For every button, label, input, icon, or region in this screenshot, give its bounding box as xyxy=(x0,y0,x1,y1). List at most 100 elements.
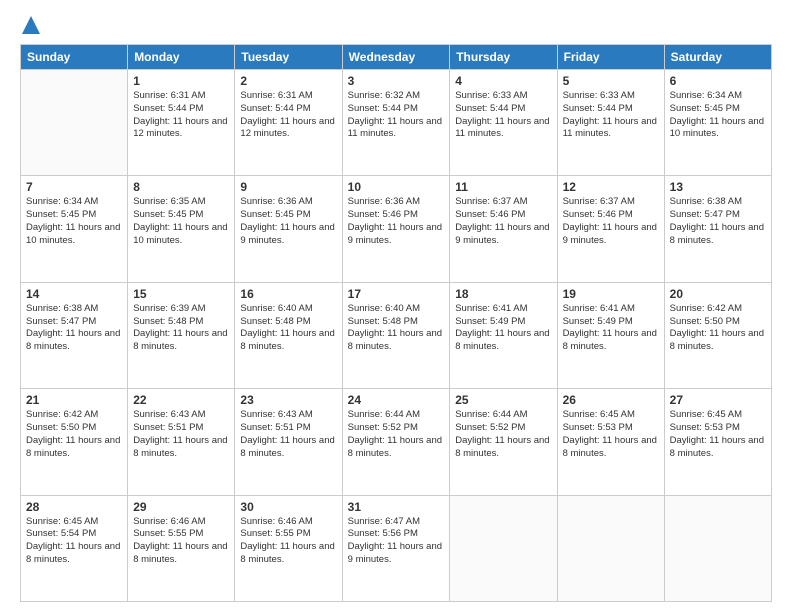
cell-info: Sunrise: 6:44 AMSunset: 5:52 PMDaylight:… xyxy=(455,409,551,460)
cell-info: Sunrise: 6:37 AMSunset: 5:46 PMDaylight:… xyxy=(455,196,551,247)
day-header-tuesday: Tuesday xyxy=(235,45,342,70)
day-header-wednesday: Wednesday xyxy=(342,45,450,70)
cell-info: Sunrise: 6:38 AMSunset: 5:47 PMDaylight:… xyxy=(26,303,122,354)
calendar-week-2: 7 Sunrise: 6:34 AMSunset: 5:45 PMDaylight… xyxy=(21,176,772,282)
cell-info: Sunrise: 6:46 AMSunset: 5:55 PMDaylight:… xyxy=(240,516,336,567)
calendar-week-4: 21Sunrise: 6:42 AMSunset: 5:50 PMDayligh… xyxy=(21,389,772,495)
logo xyxy=(20,18,40,34)
day-number: 2 xyxy=(240,74,336,88)
cell-info: Sunrise: 6:40 AMSunset: 5:48 PMDaylight:… xyxy=(240,303,336,354)
calendar-cell: 29 Sunrise: 6:46 AMSunset: 5:55 PMDayligh… xyxy=(128,495,235,601)
cell-info: Sunrise: 6:45 AMSunset: 5:54 PMDaylight:… xyxy=(26,516,122,567)
day-number: 12 xyxy=(563,180,659,194)
cell-info: Sunrise: 6:32 AMSunset: 5:44 PMDaylight:… xyxy=(348,90,445,141)
calendar-week-3: 14 Sunrise: 6:38 AMSunset: 5:47 PMDayligh… xyxy=(21,282,772,388)
cell-info: Sunrise: 6:34 AMSunset: 5:45 PMDaylight:… xyxy=(670,90,766,141)
day-number: 24 xyxy=(348,393,445,407)
calendar-cell: 2 Sunrise: 6:31 AMSunset: 5:44 PMDaylight… xyxy=(235,70,342,176)
day-number: 20 xyxy=(670,287,766,301)
day-number: 23 xyxy=(240,393,336,407)
day-number: 4 xyxy=(455,74,551,88)
day-number: 29 xyxy=(133,500,229,514)
day-number: 10 xyxy=(348,180,445,194)
day-number: 14 xyxy=(26,287,122,301)
day-number: 22 xyxy=(133,393,229,407)
day-number: 8 xyxy=(133,180,229,194)
cell-info: Sunrise: 6:43 AMSunset: 5:51 PMDaylight:… xyxy=(240,409,336,460)
cell-info: Sunrise: 6:45 AMSunset: 5:53 PMDaylight:… xyxy=(670,409,766,460)
day-number: 19 xyxy=(563,287,659,301)
day-number: 7 xyxy=(26,180,122,194)
calendar-cell: 26 Sunrise: 6:45 AMSunset: 5:53 PMDayligh… xyxy=(557,389,664,495)
day-number: 15 xyxy=(133,287,229,301)
logo-icon xyxy=(22,16,40,34)
day-number: 3 xyxy=(348,74,445,88)
calendar-cell: 20 Sunrise: 6:42 AMSunset: 5:50 PMDayligh… xyxy=(664,282,771,388)
calendar-cell: 22Sunrise: 6:43 AMSunset: 5:51 PMDayligh… xyxy=(128,389,235,495)
calendar-cell: 31Sunrise: 6:47 AMSunset: 5:56 PMDayligh… xyxy=(342,495,450,601)
day-number: 13 xyxy=(670,180,766,194)
calendar-cell xyxy=(21,70,128,176)
day-number: 27 xyxy=(670,393,766,407)
day-header-monday: Monday xyxy=(128,45,235,70)
cell-info: Sunrise: 6:36 AMSunset: 5:45 PMDaylight:… xyxy=(240,196,336,247)
header xyxy=(20,18,772,34)
cell-info: Sunrise: 6:46 AMSunset: 5:55 PMDaylight:… xyxy=(133,516,229,567)
day-number: 25 xyxy=(455,393,551,407)
calendar-table: SundayMondayTuesdayWednesdayThursdayFrid… xyxy=(20,44,772,602)
cell-info: Sunrise: 6:45 AMSunset: 5:53 PMDaylight:… xyxy=(563,409,659,460)
cell-info: Sunrise: 6:37 AMSunset: 5:46 PMDaylight:… xyxy=(563,196,659,247)
day-number: 30 xyxy=(240,500,336,514)
day-number: 1 xyxy=(133,74,229,88)
cell-info: Sunrise: 6:36 AMSunset: 5:46 PMDaylight:… xyxy=(348,196,445,247)
calendar-cell: 12 Sunrise: 6:37 AMSunset: 5:46 PMDayligh… xyxy=(557,176,664,282)
calendar-cell: 27 Sunrise: 6:45 AMSunset: 5:53 PMDayligh… xyxy=(664,389,771,495)
calendar-cell: 7 Sunrise: 6:34 AMSunset: 5:45 PMDaylight… xyxy=(21,176,128,282)
calendar-cell xyxy=(557,495,664,601)
cell-info: Sunrise: 6:38 AMSunset: 5:47 PMDaylight:… xyxy=(670,196,766,247)
calendar-cell: 28 Sunrise: 6:45 AMSunset: 5:54 PMDayligh… xyxy=(21,495,128,601)
calendar-cell: 14 Sunrise: 6:38 AMSunset: 5:47 PMDayligh… xyxy=(21,282,128,388)
calendar-cell: 8 Sunrise: 6:35 AMSunset: 5:45 PMDaylight… xyxy=(128,176,235,282)
calendar-cell: 13 Sunrise: 6:38 AMSunset: 5:47 PMDayligh… xyxy=(664,176,771,282)
cell-info: Sunrise: 6:44 AMSunset: 5:52 PMDaylight:… xyxy=(348,409,445,460)
cell-info: Sunrise: 6:31 AMSunset: 5:44 PMDaylight:… xyxy=(133,90,229,141)
calendar-cell: 16Sunrise: 6:40 AMSunset: 5:48 PMDayligh… xyxy=(235,282,342,388)
day-header-friday: Friday xyxy=(557,45,664,70)
day-number: 17 xyxy=(348,287,445,301)
calendar-cell: 5 Sunrise: 6:33 AMSunset: 5:44 PMDaylight… xyxy=(557,70,664,176)
cell-info: Sunrise: 6:42 AMSunset: 5:50 PMDaylight:… xyxy=(670,303,766,354)
calendar-cell: 3 Sunrise: 6:32 AMSunset: 5:44 PMDaylight… xyxy=(342,70,450,176)
calendar-cell: 18Sunrise: 6:41 AMSunset: 5:49 PMDayligh… xyxy=(450,282,557,388)
cell-info: Sunrise: 6:31 AMSunset: 5:44 PMDaylight:… xyxy=(240,90,336,141)
day-number: 5 xyxy=(563,74,659,88)
cell-info: Sunrise: 6:34 AMSunset: 5:45 PMDaylight:… xyxy=(26,196,122,247)
calendar-cell: 30 Sunrise: 6:46 AMSunset: 5:55 PMDayligh… xyxy=(235,495,342,601)
calendar-cell xyxy=(664,495,771,601)
calendar-cell: 1 Sunrise: 6:31 AMSunset: 5:44 PMDaylight… xyxy=(128,70,235,176)
day-number: 21 xyxy=(26,393,122,407)
cell-info: Sunrise: 6:40 AMSunset: 5:48 PMDaylight:… xyxy=(348,303,445,354)
page: SundayMondayTuesdayWednesdayThursdayFrid… xyxy=(0,0,792,612)
calendar-cell: 9 Sunrise: 6:36 AMSunset: 5:45 PMDaylight… xyxy=(235,176,342,282)
calendar-cell: 17 Sunrise: 6:40 AMSunset: 5:48 PMDayligh… xyxy=(342,282,450,388)
day-number: 26 xyxy=(563,393,659,407)
calendar-cell: 19Sunrise: 6:41 AMSunset: 5:49 PMDayligh… xyxy=(557,282,664,388)
calendar-cell: 4 Sunrise: 6:33 AMSunset: 5:44 PMDaylight… xyxy=(450,70,557,176)
cell-info: Sunrise: 6:33 AMSunset: 5:44 PMDaylight:… xyxy=(455,90,551,141)
day-number: 6 xyxy=(670,74,766,88)
calendar-cell: 23 Sunrise: 6:43 AMSunset: 5:51 PMDayligh… xyxy=(235,389,342,495)
cell-info: Sunrise: 6:39 AMSunset: 5:48 PMDaylight:… xyxy=(133,303,229,354)
calendar-cell: 10 Sunrise: 6:36 AMSunset: 5:46 PMDayligh… xyxy=(342,176,450,282)
day-header-saturday: Saturday xyxy=(664,45,771,70)
day-number: 18 xyxy=(455,287,551,301)
day-number: 9 xyxy=(240,180,336,194)
calendar-cell: 24 Sunrise: 6:44 AMSunset: 5:52 PMDayligh… xyxy=(342,389,450,495)
day-number: 28 xyxy=(26,500,122,514)
day-header-thursday: Thursday xyxy=(450,45,557,70)
day-number: 11 xyxy=(455,180,551,194)
calendar-cell: 21Sunrise: 6:42 AMSunset: 5:50 PMDayligh… xyxy=(21,389,128,495)
cell-info: Sunrise: 6:35 AMSunset: 5:45 PMDaylight:… xyxy=(133,196,229,247)
cell-info: Sunrise: 6:33 AMSunset: 5:44 PMDaylight:… xyxy=(563,90,659,141)
calendar-header-row: SundayMondayTuesdayWednesdayThursdayFrid… xyxy=(21,45,772,70)
